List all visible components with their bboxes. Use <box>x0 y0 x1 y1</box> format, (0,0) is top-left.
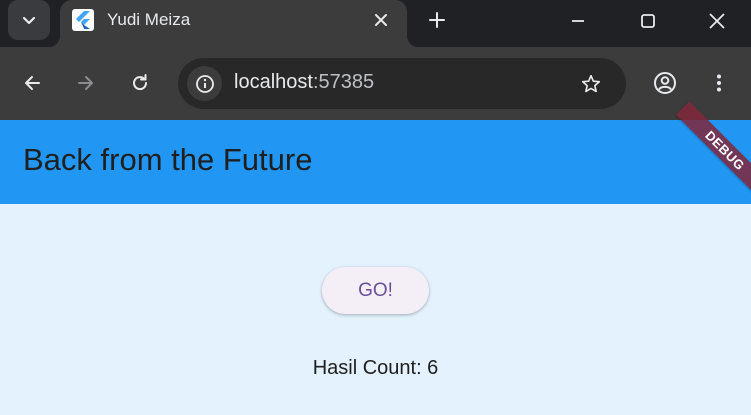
account-circle-icon <box>654 72 676 94</box>
minimize-icon <box>572 20 584 22</box>
page-title: Back from the Future <box>23 142 313 177</box>
bookmark-button[interactable] <box>577 70 605 98</box>
browser-toolbar: localhost:57385 <box>0 47 751 120</box>
browser-menu-button[interactable] <box>702 66 736 100</box>
close-icon <box>375 14 387 26</box>
star-icon <box>581 74 601 93</box>
profile-button[interactable] <box>648 66 682 100</box>
url-port: :57385 <box>312 71 375 93</box>
url-host: localhost <box>234 71 313 93</box>
browser-tab-strip: Yudi Meiza <box>0 0 751 47</box>
tab-search-button[interactable] <box>8 0 50 40</box>
site-info-button[interactable] <box>187 66 222 101</box>
arrow-right-icon <box>78 76 93 90</box>
flutter-logo-icon <box>72 9 94 31</box>
reload-icon <box>133 74 148 91</box>
close-tab-button[interactable] <box>369 8 393 32</box>
new-tab-button[interactable] <box>424 7 450 33</box>
browser-tab-active[interactable]: Yudi Meiza <box>48 0 419 47</box>
arrow-left-icon <box>25 76 40 90</box>
result-text: Hasil Count: 6 <box>312 357 439 379</box>
app-body: GO! Hasil Count: 6 <box>0 204 751 415</box>
maximize-window-button[interactable] <box>633 6 663 36</box>
url-text[interactable]: localhost:57385 <box>234 71 374 94</box>
more-vert-icon <box>717 74 721 92</box>
reload-button[interactable] <box>123 66 157 100</box>
back-button[interactable] <box>15 66 49 100</box>
minimize-window-button[interactable] <box>563 6 593 36</box>
close-icon <box>709 13 725 29</box>
close-window-button[interactable] <box>702 6 732 36</box>
go-button[interactable]: GO! <box>322 267 429 314</box>
tab-title: Yudi Meiza <box>107 10 191 29</box>
maximize-icon <box>641 14 655 28</box>
plus-icon <box>429 12 445 28</box>
forward-button[interactable] <box>69 66 103 100</box>
chevron-down-icon <box>22 16 36 25</box>
address-bar[interactable]: localhost:57385 <box>178 58 626 109</box>
info-icon <box>195 74 214 93</box>
app-bar: Back from the Future <box>0 120 751 204</box>
